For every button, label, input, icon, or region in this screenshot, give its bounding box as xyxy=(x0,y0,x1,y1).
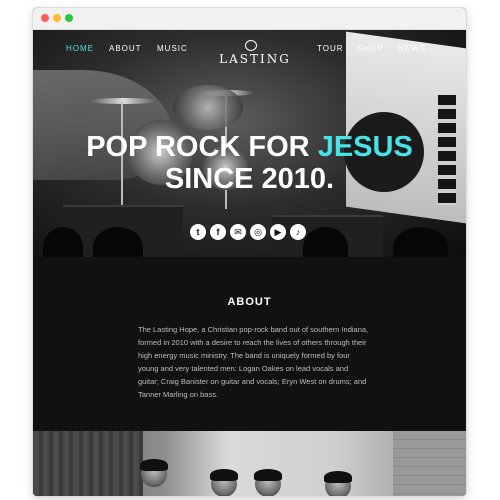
band-member-hair xyxy=(210,469,238,481)
social-links: t f ✉ ◎ ▶ ♪ xyxy=(190,224,310,242)
twitter-icon[interactable]: t xyxy=(190,224,206,240)
logo-text: LASTING xyxy=(219,52,291,66)
nav-item-news[interactable]: NEWS xyxy=(398,44,426,53)
nav-item-tour[interactable]: TOUR xyxy=(317,44,344,53)
nav-item-music[interactable]: MUSIC xyxy=(157,44,188,53)
site-logo[interactable]: LASTING xyxy=(207,40,303,70)
main-nav: HOME ABOUT MUSIC LASTING TOUR SHOP NEWS xyxy=(33,40,466,66)
headline-text-line2: SINCE 2010. xyxy=(164,163,335,196)
crowd-silhouette xyxy=(393,227,448,257)
nav-item-about[interactable]: ABOUT xyxy=(109,44,142,53)
headline-text: POP ROCK FOR xyxy=(86,131,318,164)
music-icon[interactable]: ♪ xyxy=(290,224,306,240)
youtube-icon[interactable]: ▶ xyxy=(270,224,286,240)
about-section: ABOUT The Lasting Hope, a Christian pop-… xyxy=(33,257,466,431)
about-body: The Lasting Hope, a Christian pop-rock b… xyxy=(138,325,369,399)
nav-item-shop[interactable]: SHOP xyxy=(357,44,384,53)
maximize-window-icon[interactable] xyxy=(65,14,73,22)
band-member-hair xyxy=(254,469,282,481)
photo-curtain xyxy=(33,431,143,496)
nav-item-home[interactable]: HOME xyxy=(66,44,94,53)
logo-emblem-icon xyxy=(245,40,257,51)
band-member-hair xyxy=(140,459,168,471)
cymbal xyxy=(88,98,158,104)
close-window-icon[interactable] xyxy=(41,14,49,22)
instagram-icon[interactable]: ◎ xyxy=(250,224,266,240)
hero-headline: POP ROCK FOR JESUS SINCE 2010. xyxy=(33,131,466,195)
browser-toolbar xyxy=(33,8,466,30)
drummer-figure xyxy=(173,85,243,130)
band-photo xyxy=(33,431,466,496)
facebook-icon[interactable]: f xyxy=(210,224,226,240)
about-title: ABOUT xyxy=(227,296,272,309)
browser-window: HOME ABOUT MUSIC LASTING TOUR SHOP NEWS … xyxy=(33,8,466,496)
headline-accent: JESUS xyxy=(317,131,413,164)
minimize-window-icon[interactable] xyxy=(53,14,61,22)
hero-section: HOME ABOUT MUSIC LASTING TOUR SHOP NEWS … xyxy=(33,30,466,257)
band-member-hair xyxy=(324,471,352,483)
email-icon[interactable]: ✉ xyxy=(230,224,246,240)
photo-wall xyxy=(393,431,466,496)
